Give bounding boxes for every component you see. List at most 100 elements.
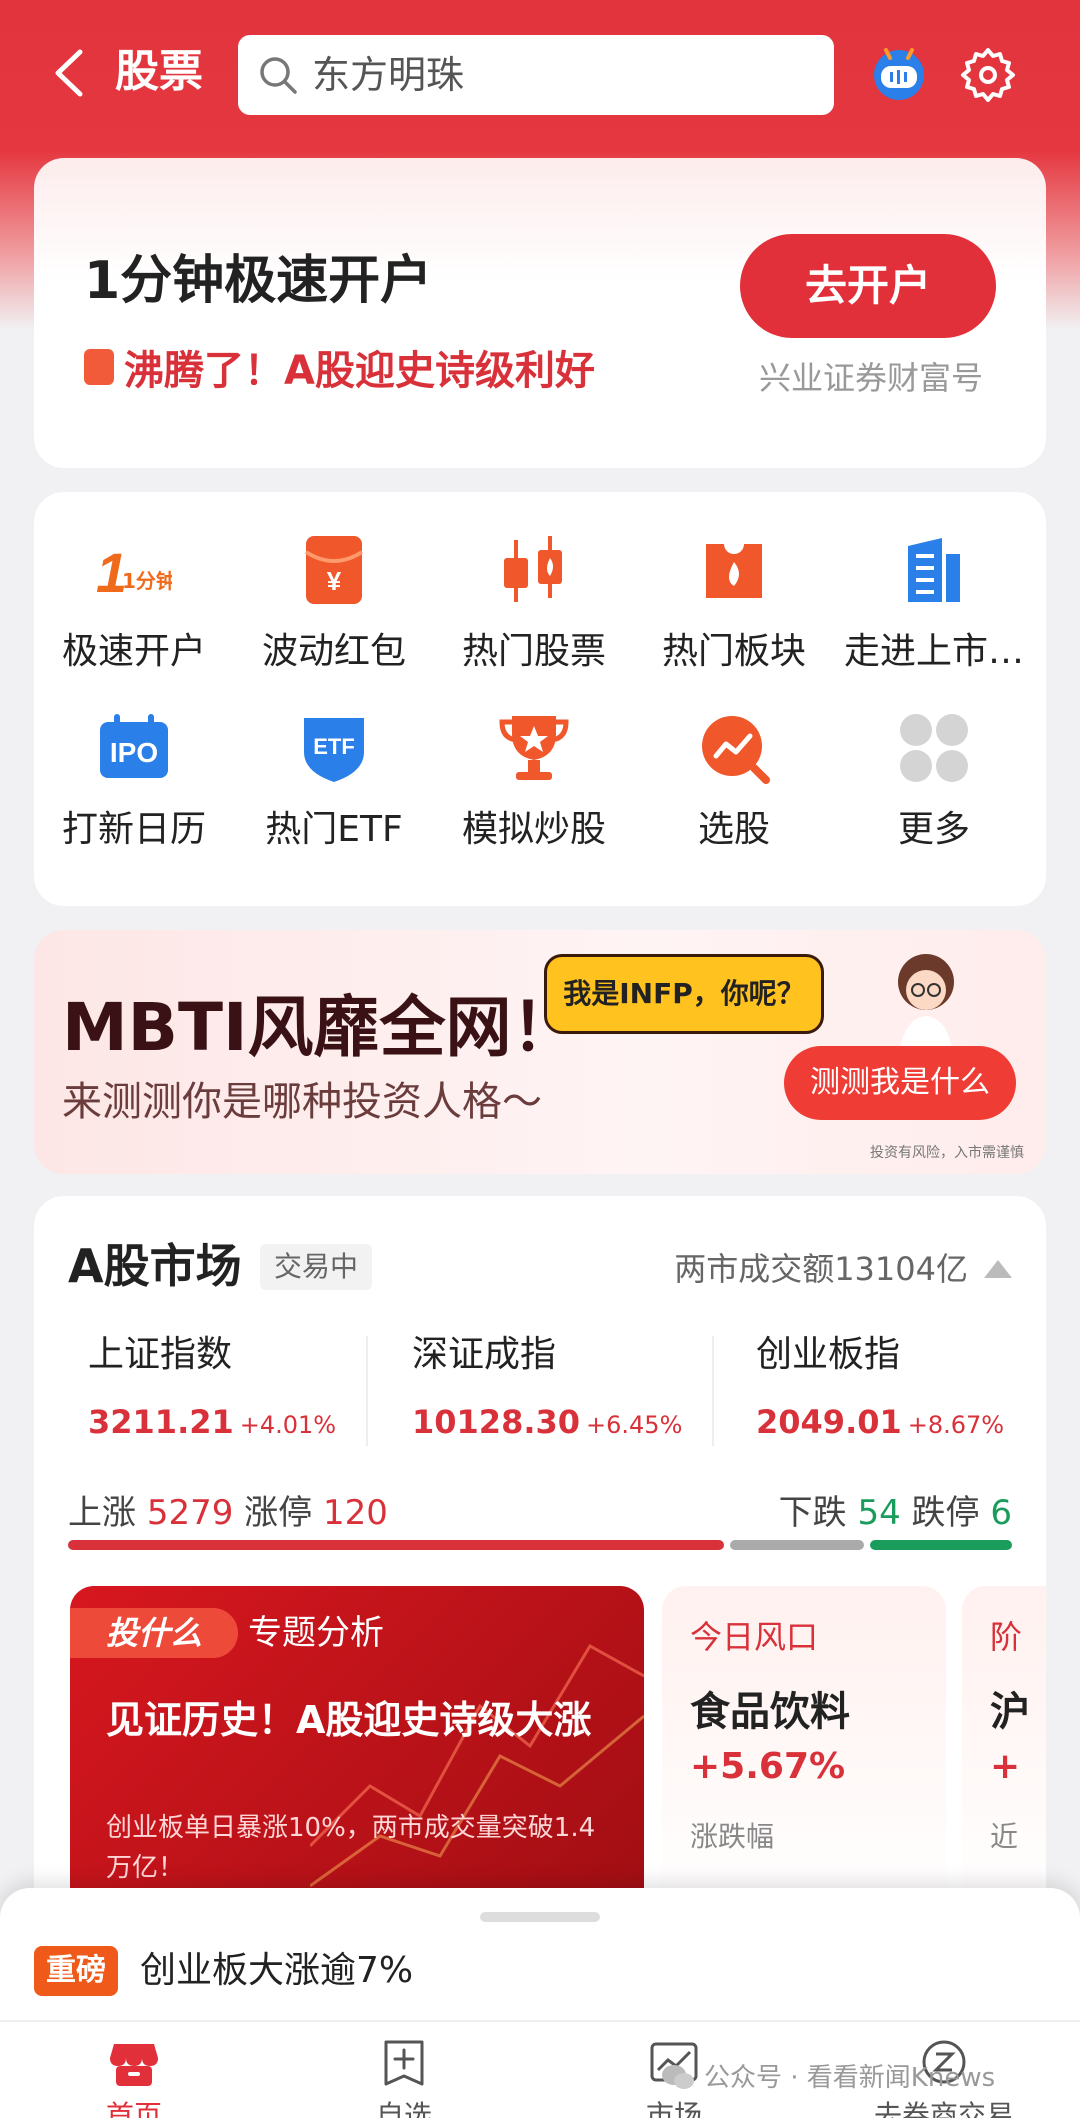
tab-watchlist[interactable]: 自选 — [304, 2038, 504, 2118]
shortcut-stock-picker[interactable]: 选股 — [634, 710, 834, 852]
index-value: 2049.01 — [756, 1403, 902, 1441]
shortcut-fast-account[interactable]: 1 1分钟 极速开户 — [34, 532, 234, 674]
tab-label: 去券商交易 — [873, 2099, 1014, 2118]
divider — [366, 1336, 368, 1446]
svg-text:IPO: IPO — [110, 737, 158, 768]
index-name: 创业板指 — [756, 1334, 901, 1375]
etf-shield-icon: ETF — [304, 718, 364, 782]
index-change: +6.45% — [586, 1411, 683, 1439]
next-tile-partial[interactable]: 阶 沪 + 近 — [962, 1586, 1046, 1916]
index-change: +8.67% — [907, 1411, 1005, 1439]
market-volume[interactable]: 两市成交额13104亿 — [674, 1244, 1012, 1294]
shortcut-hot-stocks[interactable]: 热门股票 — [434, 532, 634, 674]
shortcut-label: 选股 — [697, 809, 770, 850]
tab-label: 市场 — [645, 2099, 702, 2118]
index-quote: 3211.21 +4.01% — [88, 1400, 336, 1450]
shortcut-grid-card: 1 1分钟 极速开户 ¥ 波动红包 热门股票 热门板块 走进上市… IPO 打新日… — [34, 492, 1046, 906]
index-quote: 2049.01 +8.67% — [756, 1400, 1004, 1450]
shortcut-hot-sectors[interactable]: 热门板块 — [634, 532, 834, 674]
feature-description: 创业板单日暴涨10%，两市成交量突破1.4万亿！ — [106, 1813, 596, 1883]
news-ticker[interactable]: 重磅 创业板大涨逾7% — [34, 1946, 413, 1996]
hot-stock-icon — [504, 536, 562, 602]
speech-bubble: 我是INFP，你呢？ — [544, 954, 824, 1034]
shortcut-red-envelope[interactable]: ¥ 波动红包 — [234, 532, 434, 674]
wechat-icon — [662, 2065, 694, 2089]
open-account-subtitle-text: 沸腾了！A股迎史诗级利好 — [124, 348, 595, 394]
tab-label: 首页 — [105, 2099, 162, 2118]
tab-label: 自选 — [375, 2099, 432, 2118]
feature-tag: 投什么 — [70, 1608, 238, 1658]
sheet-drag-handle[interactable] — [480, 1912, 600, 1922]
tile-footer: 近 — [990, 1820, 1019, 1853]
index-shanghai[interactable]: 上证指数 3211.21 +4.01% — [88, 1330, 336, 1450]
mbti-test-button[interactable]: 测测我是什么 — [784, 1046, 1016, 1120]
shortcut-ipo-calendar[interactable]: IPO 打新日历 — [34, 710, 234, 852]
watermark-text: 公众号 · 看看新闻Knews — [704, 2063, 996, 2093]
shortcut-label: 极速开户 — [61, 631, 206, 672]
index-name: 上证指数 — [88, 1334, 233, 1375]
add-watchlist-icon — [384, 2040, 424, 2086]
watermark: 公众号 · 看看新闻Knews — [660, 2058, 995, 2098]
search-input[interactable]: 东方明珠 — [238, 35, 834, 115]
shortcut-label: 模拟炒股 — [461, 809, 606, 850]
market-volume-text: 两市成交额13104亿 — [674, 1250, 968, 1288]
shortcut-label: 打新日历 — [61, 809, 206, 850]
feature-analysis-card[interactable]: 投什么 专题分析 见证历史！A股迎史诗级大涨 创业板单日暴涨10%，两市成交量突… — [70, 1586, 644, 1916]
decline-count: 下跌 54 跌停 6 — [779, 1488, 1012, 1538]
tile-title: 今日风口 — [690, 1618, 819, 1656]
breadth-bar-flat — [730, 1540, 864, 1550]
tab-home[interactable]: 首页 — [34, 2038, 234, 2118]
svg-text:¥: ¥ — [327, 566, 342, 596]
tile-sector-name: 食品饮料 — [690, 1689, 850, 1735]
bottom-sheet: 重磅 创业板大涨逾7% 首页 自选 市场 去券商交易 公众号 · 看看新闻Kne… — [0, 1888, 1080, 2118]
shortcut-label: 热门ETF — [265, 809, 403, 850]
risk-disclaimer: 投资有风险，入市需谨慎 — [870, 1145, 1024, 1161]
index-chinext[interactable]: 创业板指 2049.01 +8.67% — [756, 1330, 1004, 1450]
up-label: 上涨 — [68, 1493, 136, 1533]
stock-picker-icon — [702, 716, 770, 784]
trophy-icon — [499, 716, 569, 780]
trading-status-badge: 交易中 — [260, 1244, 373, 1290]
shortcut-listed-companies[interactable]: 走进上市… — [834, 532, 1034, 674]
search-text: 东方明珠 — [312, 53, 465, 97]
limit-down-label: 跌停 — [911, 1493, 980, 1533]
collapse-triangle-icon — [984, 1260, 1012, 1278]
shortcut-simulated-trading[interactable]: 模拟炒股 — [434, 710, 634, 852]
hot-sector-tile[interactable]: 今日风口 食品饮料 +5.67% 涨跌幅 — [662, 1586, 946, 1916]
a-share-market-card: A股市场 交易中 两市成交额13104亿 上证指数 3211.21 +4.01% … — [34, 1196, 1046, 1916]
open-account-subtitle[interactable]: 沸腾了！A股迎史诗级利好 — [84, 338, 595, 396]
gear-icon[interactable] — [960, 46, 1016, 102]
tile-sector-name: 沪 — [990, 1689, 1030, 1735]
shortcut-label: 波动红包 — [261, 631, 406, 672]
shortcut-label: 走进上市… — [843, 631, 1024, 672]
tile-change: +5.67% — [690, 1746, 846, 1787]
limit-up-count: 120 — [322, 1493, 388, 1533]
open-account-button[interactable]: 去开户 — [740, 234, 996, 338]
up-count: 5279 — [146, 1493, 234, 1533]
home-store-icon — [110, 2044, 158, 2086]
mbti-headline: MBTI风靡全网！ — [62, 989, 578, 1066]
mbti-banner[interactable]: MBTI风靡全网！ 来测测你是哪种投资人格～ 我是INFP，你呢？ 测测我是什么… — [34, 930, 1046, 1174]
open-account-card[interactable]: 1分钟极速开户 沸腾了！A股迎史诗级利好 去开户 兴业证券财富号 — [34, 158, 1046, 468]
red-envelope-icon: ¥ — [304, 536, 364, 604]
index-name: 深证成指 — [412, 1334, 557, 1375]
shortcut-more[interactable]: 更多 — [834, 710, 1034, 852]
limit-up-label: 涨停 — [244, 1493, 313, 1533]
hot-sector-icon — [706, 544, 762, 598]
shortcut-hot-etf[interactable]: ETF 热门ETF — [234, 710, 434, 852]
breadth-bar-up — [68, 1540, 724, 1550]
advance-count: 上涨 5279 涨停 120 — [68, 1488, 388, 1538]
open-account-title: 1分钟极速开户 — [84, 251, 433, 311]
more-grid-icon — [900, 714, 968, 782]
index-change: +4.01% — [239, 1411, 337, 1439]
assistant-robot-icon[interactable] — [870, 44, 928, 102]
cartoon-girl-illustration — [898, 954, 954, 1062]
limit-down-count: 6 — [990, 1493, 1012, 1533]
news-text: 创业板大涨逾7% — [140, 1950, 414, 1991]
back-arrow-icon[interactable] — [50, 48, 90, 98]
divider — [712, 1336, 714, 1446]
index-quote: 10128.30 +6.45% — [412, 1400, 682, 1450]
page-title: 股票 — [115, 46, 203, 97]
news-badge: 重磅 — [34, 1946, 118, 1996]
index-shenzhen[interactable]: 深证成指 10128.30 +6.45% — [412, 1330, 682, 1450]
